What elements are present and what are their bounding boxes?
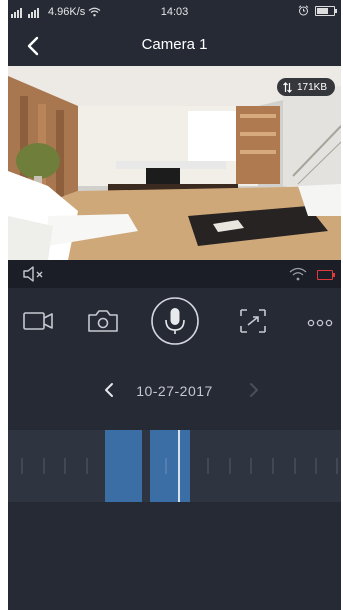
next-date-button[interactable] bbox=[245, 380, 263, 400]
data-size-label: 171KB bbox=[296, 81, 327, 93]
clock: 14:03 bbox=[160, 6, 189, 18]
video-status-strip bbox=[8, 260, 341, 288]
control-toolbar bbox=[8, 294, 341, 350]
status-bar: 4.96K/s 14:03 bbox=[8, 0, 341, 26]
fullscreen-button[interactable] bbox=[236, 296, 270, 346]
microphone-talk-button[interactable] bbox=[150, 296, 200, 346]
header: Camera 1 bbox=[8, 26, 341, 66]
recording-segment bbox=[105, 430, 142, 502]
current-date: 10-27-2017 bbox=[136, 383, 213, 399]
playback-timeline[interactable] bbox=[8, 430, 341, 502]
page-title: Camera 1 bbox=[141, 36, 208, 53]
battery-icon bbox=[315, 5, 337, 16]
record-video-button[interactable] bbox=[22, 296, 56, 346]
recording-segment bbox=[150, 430, 190, 502]
data-size-badge: 171KB bbox=[276, 78, 335, 96]
camera-battery-low-icon bbox=[317, 270, 335, 280]
speaker-mute-icon[interactable] bbox=[22, 265, 46, 283]
more-options-button[interactable] bbox=[306, 296, 336, 346]
camera-video-feed[interactable]: 171KB bbox=[8, 66, 341, 260]
timeline-track bbox=[21, 430, 338, 502]
camera-wifi-icon bbox=[289, 267, 307, 281]
app-screen: 4.96K/s 14:03 Camera 1 171KB 10-27-2017 bbox=[8, 0, 341, 610]
alarm-icon bbox=[298, 5, 309, 16]
status-right bbox=[298, 5, 337, 16]
date-navigator: 10-27-2017 bbox=[8, 375, 341, 405]
transfer-arrows-icon bbox=[283, 81, 292, 93]
snapshot-button[interactable] bbox=[86, 296, 120, 346]
